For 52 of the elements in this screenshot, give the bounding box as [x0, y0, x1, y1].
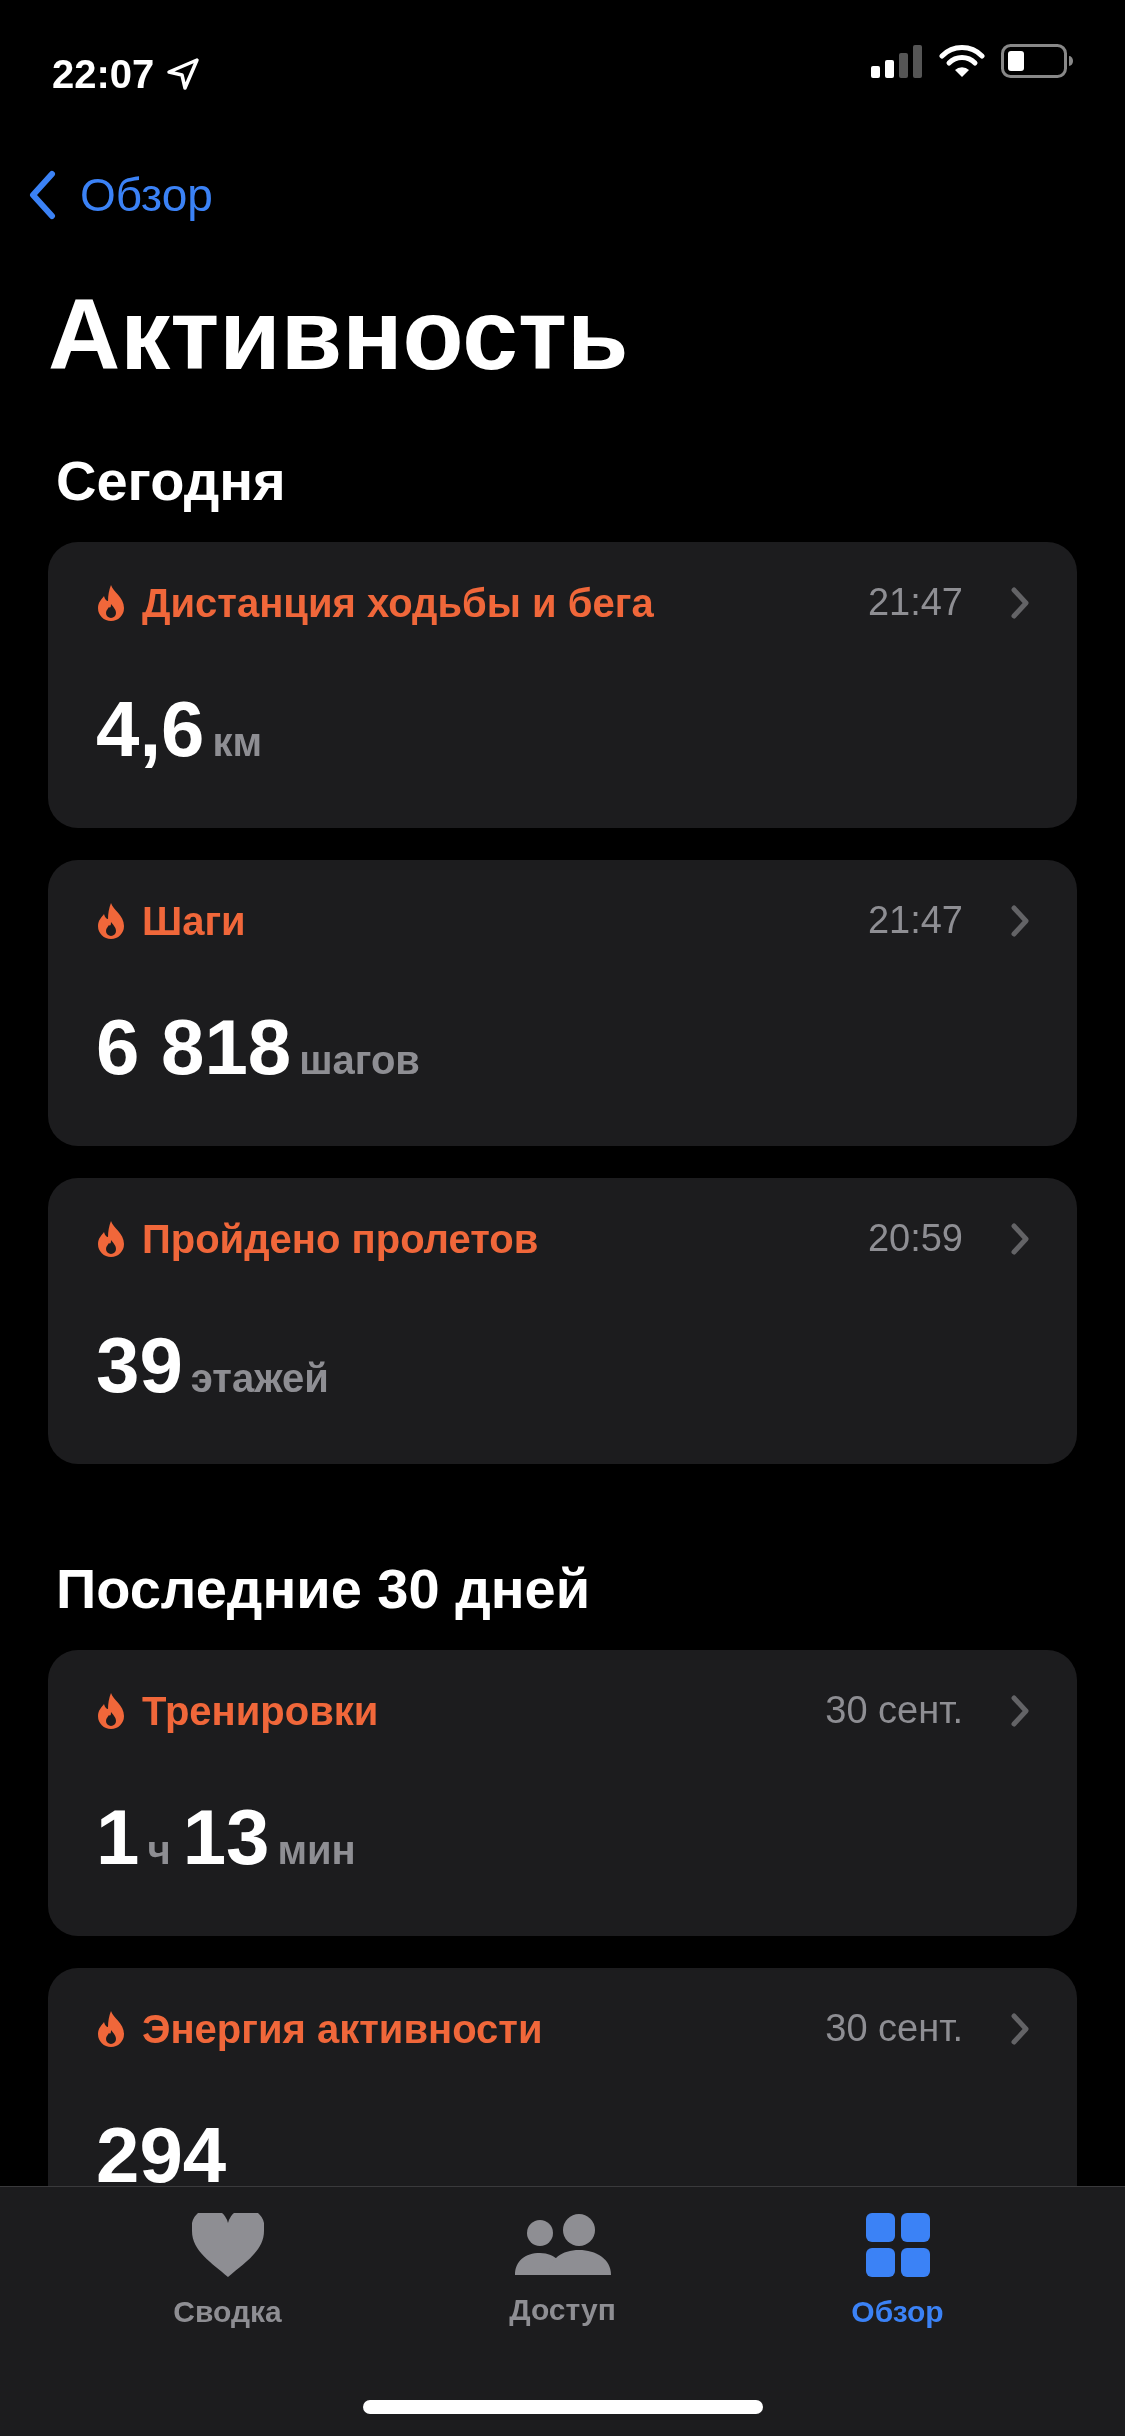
metric-unit: этажей — [190, 1358, 329, 1398]
status-time: 22:07 — [52, 51, 155, 98]
metric-title: Тренировки — [142, 1688, 380, 1735]
page-title: Активность — [48, 284, 629, 384]
tab-item[interactable]: Сводка — [117, 2213, 338, 2334]
metric-value: 13 — [182, 1798, 270, 1876]
tab-item[interactable]: Доступ — [452, 2213, 673, 2334]
chevron-right-icon — [1011, 2013, 1029, 2045]
chevron-right-icon — [1011, 587, 1029, 619]
flame-icon — [96, 1692, 126, 1730]
metric-value: 39 — [96, 1326, 183, 1404]
heart-icon — [191, 2213, 264, 2277]
chevron-right-icon — [1011, 1223, 1029, 1255]
wifi-icon — [939, 44, 985, 78]
metric-card[interactable]: Энергия активности 30 сент. 294 — [48, 1968, 1077, 2186]
metric-title: Дистанция ходьбы и бега — [142, 580, 655, 627]
chevron-left-icon — [28, 170, 56, 220]
metric-title: Пройдено пролетов — [142, 1216, 540, 1263]
flame-icon — [96, 584, 126, 622]
metric-card[interactable]: Пройдено пролетов 20:59 39 этажей — [48, 1178, 1077, 1464]
metric-value: 1 — [96, 1798, 140, 1876]
flame-icon — [96, 902, 126, 940]
battery-icon — [1001, 44, 1073, 78]
grid-icon — [865, 2213, 930, 2277]
flame-icon — [96, 2010, 126, 2048]
metric-card[interactable]: Дистанция ходьбы и бега 21:47 4,6 км — [48, 542, 1077, 828]
metric-time: 21:47 — [867, 898, 963, 944]
metric-unit: мин — [277, 1830, 356, 1870]
metric-time: 30 сент. — [825, 2006, 963, 2052]
metric-value: 6 818 — [96, 1008, 292, 1086]
metric-value: 4,6 — [96, 690, 205, 768]
metric-title: Шаги — [142, 898, 247, 945]
signal-icon — [871, 44, 923, 78]
metric-value: 294 — [96, 2116, 227, 2186]
people-icon — [514, 2213, 611, 2275]
metric-unit: ч — [147, 1830, 171, 1870]
metric-card[interactable]: Шаги 21:47 6 818 шагов — [48, 860, 1077, 1146]
section-heading: Сегодня — [56, 448, 286, 514]
chevron-right-icon — [1011, 905, 1029, 937]
chevron-right-icon — [1011, 1695, 1029, 1727]
section-heading: Последние 30 дней — [56, 1556, 591, 1622]
metric-unit: км — [212, 722, 263, 762]
metric-card[interactable]: Тренировки 30 сент. 1 ч 13 мин — [48, 1650, 1077, 1936]
metric-time: 20:59 — [867, 1216, 963, 1262]
location-arrow-icon — [166, 57, 201, 91]
metric-time: 30 сент. — [825, 1688, 963, 1734]
flame-icon — [96, 1220, 126, 1258]
back-button[interactable]: Обзор — [28, 170, 213, 220]
tab-item[interactable]: Обзор — [787, 2213, 1008, 2334]
metric-unit: шагов — [299, 1040, 420, 1080]
metric-time: 21:47 — [867, 580, 963, 626]
metric-title: Энергия активности — [142, 2006, 544, 2053]
